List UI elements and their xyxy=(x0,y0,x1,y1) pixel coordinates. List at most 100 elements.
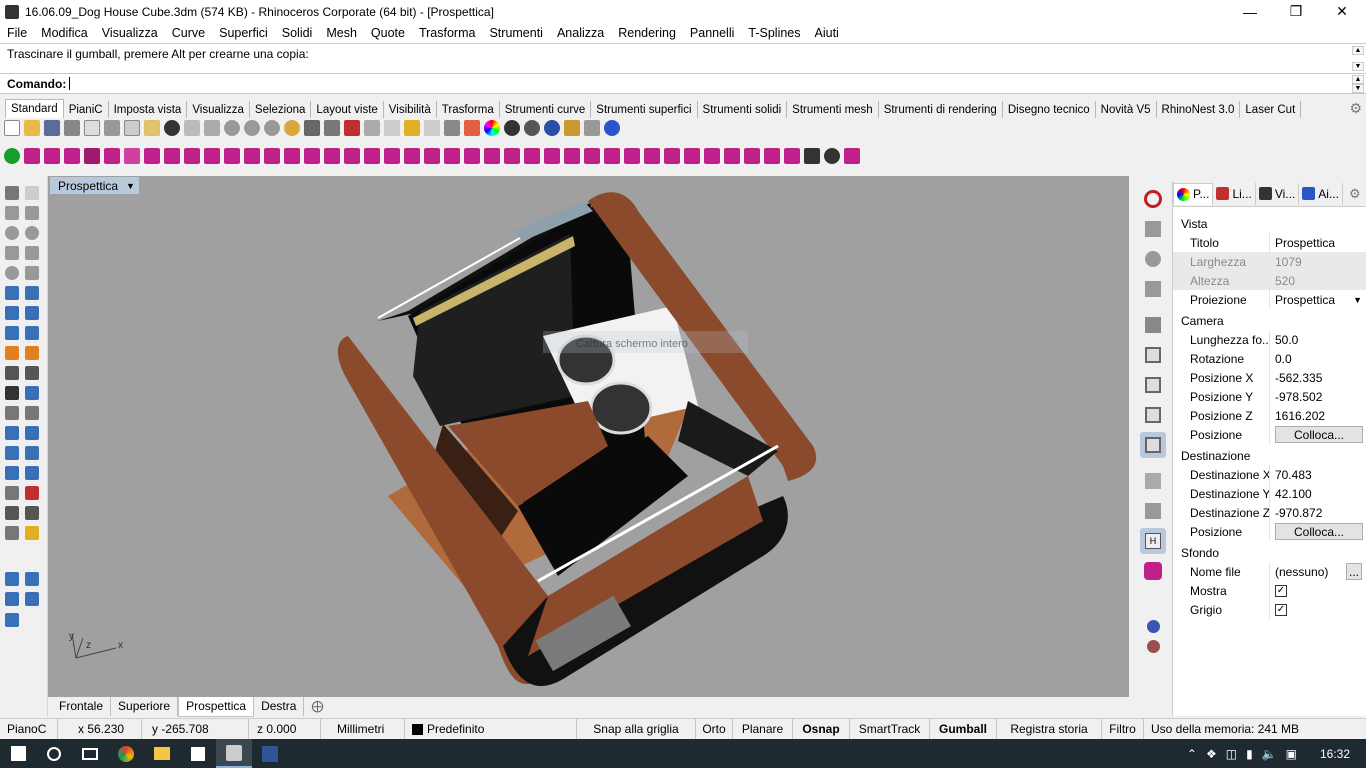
mostra-checkbox[interactable]: ✓ xyxy=(1275,584,1287,597)
panel-gear-icon[interactable]: ⚙ xyxy=(1349,186,1361,202)
restore-button[interactable]: ❐ xyxy=(1273,0,1319,23)
menu-rendering[interactable]: Rendering xyxy=(611,26,683,40)
tsplines-face-icon[interactable] xyxy=(144,148,160,164)
tab-visualizza[interactable]: Visualizza xyxy=(187,101,250,118)
tsplines-symmetry-icon[interactable] xyxy=(444,148,460,164)
view-perspective-cube-icon[interactable] xyxy=(1140,432,1166,458)
clock[interactable]: 16:32 xyxy=(1320,747,1350,761)
tab-rhinonest[interactable]: RhinoNest 3.0 xyxy=(1157,101,1241,118)
cylinder-icon[interactable] xyxy=(5,326,19,340)
view-icon[interactable] xyxy=(25,592,39,606)
multi-view-icon[interactable] xyxy=(1140,498,1166,524)
ellipse-icon[interactable] xyxy=(25,226,39,240)
cut-icon[interactable] xyxy=(104,120,120,136)
print-icon[interactable] xyxy=(64,120,80,136)
rhino-taskbar-icon[interactable] xyxy=(216,739,252,768)
tab-strumenti-mesh[interactable]: Strumenti mesh xyxy=(787,101,879,118)
tab-prospettica[interactable]: Prospettica xyxy=(178,697,255,717)
tsplines-select-icon[interactable] xyxy=(604,148,620,164)
tab-destra[interactable]: Destra xyxy=(254,697,305,716)
tsplines-loop-icon[interactable] xyxy=(644,148,660,164)
array-icon[interactable] xyxy=(5,446,19,460)
chamfer-icon[interactable] xyxy=(25,406,39,420)
hide-icon[interactable]: H xyxy=(1140,528,1166,554)
tsplines-mirror-icon[interactable] xyxy=(484,148,500,164)
tab-visibilita[interactable]: Visibilità xyxy=(384,101,437,118)
tab-display[interactable]: Vi... xyxy=(1256,182,1300,205)
lunghezza-focale-field[interactable]: 50.0 xyxy=(1269,330,1366,349)
dimension-icon[interactable] xyxy=(25,426,39,440)
tsplines-extrude-icon[interactable] xyxy=(164,148,180,164)
explode-icon[interactable] xyxy=(25,346,39,360)
toolbox-icon[interactable] xyxy=(584,120,600,136)
tsplines-edges-icon[interactable] xyxy=(784,148,800,164)
extrude-curve-icon[interactable] xyxy=(25,286,39,300)
check-icon[interactable] xyxy=(25,506,39,520)
four-viewports-icon[interactable] xyxy=(324,120,340,136)
menu-modifica[interactable]: Modifica xyxy=(34,26,95,40)
status-osnap[interactable]: Osnap xyxy=(793,718,850,740)
curve-icon[interactable] xyxy=(25,206,39,220)
grigio-checkbox[interactable]: ✓ xyxy=(1275,603,1287,616)
project-icon[interactable] xyxy=(5,506,19,520)
history-scroll-up[interactable]: ▲ xyxy=(1352,46,1364,55)
tsplines-toggle-mode-icon[interactable] xyxy=(744,148,760,164)
menu-tsplines[interactable]: T-Splines xyxy=(741,26,807,40)
status-cplane[interactable]: PianoC xyxy=(0,718,58,740)
tsplines-toggle-icon[interactable] xyxy=(4,148,20,164)
viewport-menu-chevron-down-icon[interactable]: ▼ xyxy=(126,181,135,191)
proiezione-select[interactable]: Prospettica ▼ xyxy=(1269,290,1366,309)
tray-chevron-up-icon[interactable]: ⌃ xyxy=(1187,747,1197,761)
search-circle-icon[interactable] xyxy=(36,739,72,768)
point-icon[interactable] xyxy=(25,186,39,200)
tab-seleziona[interactable]: Seleziona xyxy=(250,101,312,118)
tab-properties[interactable]: P... xyxy=(1173,182,1214,205)
menu-aiuti[interactable]: Aiuti xyxy=(808,26,846,40)
paste-icon[interactable] xyxy=(144,120,160,136)
tsplines-smooth-mode-icon[interactable] xyxy=(724,148,740,164)
tsplines-convert-icon[interactable] xyxy=(264,148,280,164)
tab-strumenti-rendering[interactable]: Strumenti di rendering xyxy=(879,101,1003,118)
colloca-camera-button[interactable]: Colloca... xyxy=(1275,426,1363,443)
word-icon[interactable] xyxy=(252,739,288,768)
posizione-z-field[interactable]: 1616.202 xyxy=(1269,406,1366,425)
lock-icon[interactable] xyxy=(444,120,460,136)
tab-superiore[interactable]: Superiore xyxy=(111,697,179,716)
arc-icon[interactable] xyxy=(5,266,19,280)
tsplines-settings-icon[interactable] xyxy=(844,148,860,164)
undo-view-icon[interactable] xyxy=(304,120,320,136)
help-icon[interactable] xyxy=(604,120,620,136)
minimize-button[interactable]: — xyxy=(1227,0,1273,23)
command-line[interactable]: Comando: ▲ ▼ xyxy=(0,73,1366,94)
tsplines-rail-icon[interactable] xyxy=(244,148,260,164)
status-gumball[interactable]: Gumball xyxy=(930,718,997,740)
power-icon[interactable] xyxy=(1140,186,1166,212)
cplane-axes-icon[interactable] xyxy=(1140,312,1166,338)
solid-extrude-icon[interactable] xyxy=(25,306,39,320)
status-filtro[interactable]: Filtro xyxy=(1102,718,1144,740)
status-layer[interactable]: Predefinito xyxy=(405,718,577,740)
menu-visualizza[interactable]: Visualizza xyxy=(95,26,165,40)
pan-view-icon[interactable] xyxy=(1140,216,1166,242)
file-explorer-icon[interactable] xyxy=(144,739,180,768)
zoom-view-icon[interactable] xyxy=(1140,276,1166,302)
status-orto[interactable]: Orto xyxy=(696,718,733,740)
add-viewport-plus-icon[interactable]: ⨁ xyxy=(304,697,330,716)
colloca-destinazione-button[interactable]: Colloca... xyxy=(1275,523,1363,540)
start-windows-icon[interactable] xyxy=(0,739,36,768)
tsplines-box-icon[interactable] xyxy=(24,148,40,164)
tab-trasforma[interactable]: Trasforma xyxy=(437,101,500,118)
trim-icon[interactable] xyxy=(5,366,19,380)
perspective-viewport[interactable]: Cattura schermo intero x z y xyxy=(48,176,1129,697)
rotate-view-icon[interactable] xyxy=(204,120,220,136)
undo-icon[interactable] xyxy=(164,120,180,136)
select-arrow-icon[interactable] xyxy=(5,186,19,200)
tab-laser-cut[interactable]: Laser Cut xyxy=(1240,101,1302,118)
tsplines-crease-icon[interactable] xyxy=(344,148,360,164)
menu-solidi[interactable]: Solidi xyxy=(275,26,320,40)
move-icon[interactable] xyxy=(344,120,360,136)
tsplines-ring-icon[interactable] xyxy=(664,148,680,164)
tab-disegno-tecnico[interactable]: Disegno tecnico xyxy=(1003,101,1096,118)
tsplines-subdivide-icon[interactable] xyxy=(364,148,380,164)
tsplines-thicken-icon[interactable] xyxy=(544,148,560,164)
